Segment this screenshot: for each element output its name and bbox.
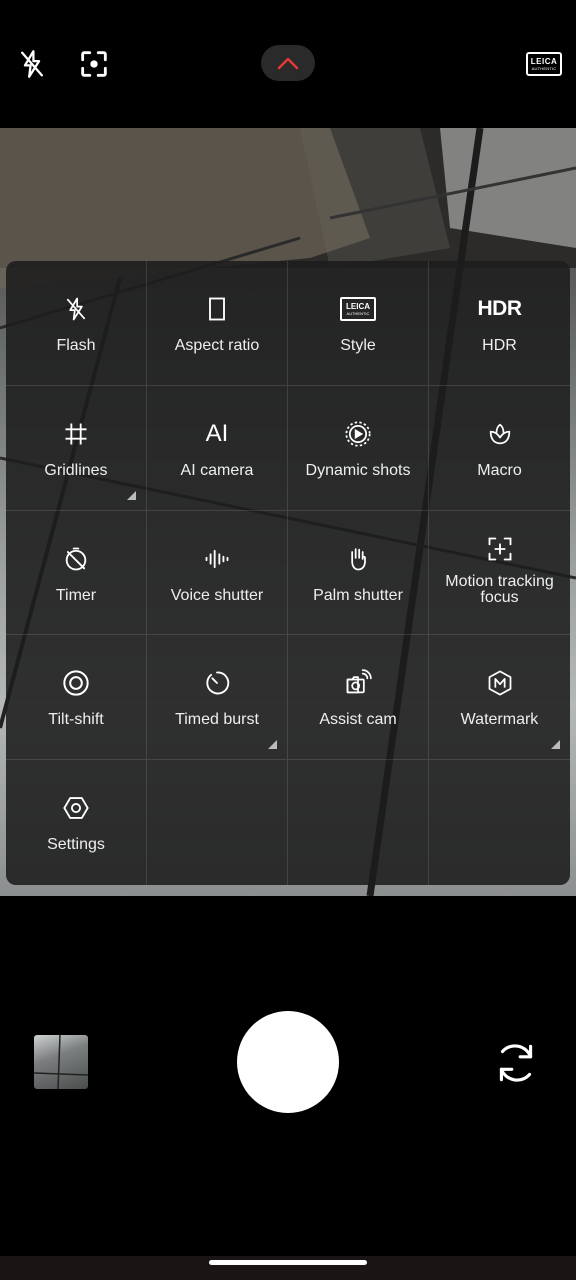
chevron-up-icon (277, 57, 299, 70)
gallery-thumbnail[interactable] (34, 1035, 88, 1089)
ai-icon-text: AI (205, 419, 229, 447)
dynamic-shots-icon (344, 420, 372, 448)
flash-off-icon[interactable] (12, 44, 52, 84)
voice-shutter-toggle[interactable]: Voice shutter (147, 510, 288, 636)
style-toggle[interactable]: LEICA AUTHENTIC Style (288, 261, 429, 386)
empty-cell (147, 760, 288, 885)
gridlines-label: Gridlines (44, 461, 108, 479)
home-gesture-handle[interactable] (209, 1260, 367, 1265)
style-label: Style (340, 337, 376, 354)
grid-icon (62, 420, 90, 448)
assist-cam-icon (344, 669, 372, 697)
empty-cell (288, 760, 429, 885)
timer-label: Timer (55, 586, 97, 604)
gridlines-toggle[interactable]: Gridlines (6, 385, 147, 511)
focus-icon[interactable] (74, 44, 114, 84)
submenu-indicator (551, 740, 560, 750)
settings-icon (62, 794, 90, 822)
ai-icon: AI (206, 420, 229, 448)
submenu-indicator (268, 740, 277, 750)
dynamic-shots-toggle[interactable]: Dynamic shots (288, 385, 429, 511)
assist-cam-toggle[interactable]: Assist cam (288, 635, 429, 761)
settings-label: Settings (47, 836, 105, 854)
tilt-shift-label: Tilt-shift (48, 711, 104, 729)
watermark-icon (486, 669, 514, 697)
ai-camera-label: AI camera (180, 461, 254, 479)
collapse-panel-button[interactable] (261, 45, 315, 81)
motion-tracking-focus-toggle[interactable]: Motion tracking focus (429, 511, 570, 636)
shutter-button[interactable] (237, 1011, 339, 1113)
palm-shutter-label: Palm shutter (313, 586, 403, 604)
hdr-icon: HDR (477, 295, 523, 323)
timer-off-icon (62, 545, 90, 573)
hdr-icon-text: HDR (477, 297, 523, 320)
dynamic-shots-label: Dynamic shots (305, 461, 411, 479)
thumbnail-image (34, 1035, 88, 1089)
leica-badge[interactable]: LEICA AUTHENTIC (526, 52, 562, 76)
ai-camera-toggle[interactable]: AI AI camera (147, 385, 288, 511)
hdr-toggle[interactable]: HDR HDR (429, 261, 570, 386)
tracking-focus-icon (486, 535, 514, 563)
timed-burst-label: Timed burst (175, 711, 259, 729)
style-icon-text: LEICA (346, 302, 370, 311)
watermark-label: Watermark (460, 711, 539, 729)
macro-label: Macro (477, 461, 522, 479)
leica-badge-subtext: AUTHENTIC (531, 66, 557, 71)
voice-icon (203, 545, 231, 573)
palm-shutter-toggle[interactable]: Palm shutter (288, 510, 429, 636)
timer-toggle[interactable]: Timer (6, 510, 147, 636)
assist-cam-label: Assist cam (319, 711, 397, 729)
aspect-ratio-icon (203, 295, 231, 323)
macro-icon (486, 420, 514, 448)
leica-badge-text: LEICA (530, 57, 558, 66)
aspect-ratio-toggle[interactable]: Aspect ratio (147, 261, 288, 386)
timed-burst-icon (203, 669, 231, 697)
palm-icon (344, 545, 372, 573)
voice-shutter-label: Voice shutter (170, 586, 264, 604)
settings-button[interactable]: Settings (6, 760, 147, 885)
top-bar: LEICA AUTHENTIC (0, 0, 576, 128)
flash-off-icon (62, 295, 90, 323)
quick-settings-panel: Flash Aspect ratio LEICA AUTHENTIC Style… (6, 261, 570, 885)
timed-burst-toggle[interactable]: Timed burst (147, 635, 288, 761)
watermark-toggle[interactable]: Watermark (429, 635, 570, 761)
empty-cell (429, 760, 570, 885)
tilt-shift-icon (62, 669, 90, 697)
submenu-indicator (127, 490, 136, 500)
motion-tracking-focus-label: Motion tracking focus (445, 572, 554, 606)
aspect-ratio-label: Aspect ratio (174, 337, 260, 354)
leica-style-icon: LEICA AUTHENTIC (340, 295, 376, 323)
hdr-label: HDR (482, 337, 517, 354)
style-icon-subtext: AUTHENTIC (346, 311, 370, 316)
macro-toggle[interactable]: Macro (429, 386, 570, 511)
flash-label: Flash (56, 337, 96, 354)
tilt-shift-toggle[interactable]: Tilt-shift (6, 635, 147, 761)
flash-toggle[interactable]: Flash (6, 261, 147, 386)
switch-camera-icon[interactable] (491, 1038, 541, 1088)
